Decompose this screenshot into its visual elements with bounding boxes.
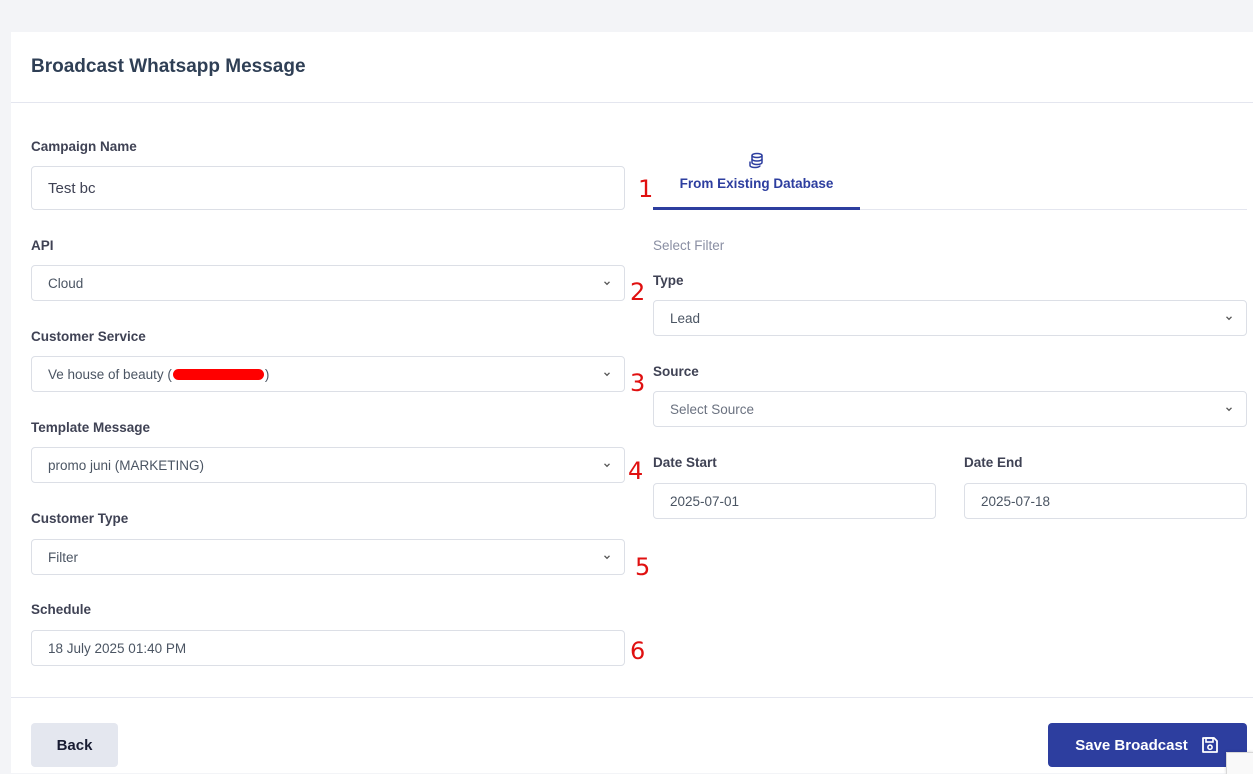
schedule-value: 18 July 2025 01:40 PM [48, 640, 187, 656]
customer-type-label: Customer Type [31, 511, 129, 526]
campaign-name-value: Test bc [48, 179, 96, 197]
customer-type-select[interactable]: Filter [31, 539, 625, 575]
api-label: API [31, 238, 54, 253]
broadcast-card: Broadcast Whatsapp Message Campaign Name… [11, 32, 1253, 773]
source-select[interactable]: Select Source [653, 391, 1247, 427]
marker-4: 4 [628, 457, 644, 485]
template-message-select[interactable]: promo juni (MARKETING) [31, 447, 625, 483]
page-title: Broadcast Whatsapp Message [31, 56, 306, 77]
save-icon [1201, 737, 1218, 753]
chevron-down-icon [604, 372, 610, 377]
chevron-down-icon [604, 463, 610, 468]
template-message-label: Template Message [31, 420, 151, 435]
chevron-down-icon [1226, 316, 1232, 321]
chevron-down-icon [1226, 407, 1232, 412]
save-broadcast-button[interactable]: Save Broadcast [1048, 723, 1247, 767]
date-start-value: 2025-07-01 [670, 493, 740, 509]
customer-type-value: Filter [48, 549, 78, 565]
save-broadcast-label: Save Broadcast [1075, 736, 1188, 754]
campaign-name-label: Campaign Name [31, 139, 137, 154]
tab-from-existing-database[interactable]: From Existing Database [653, 148, 860, 208]
corner-widget[interactable] [1226, 752, 1253, 774]
marker-6: 6 [630, 637, 646, 665]
redaction-mark [172, 368, 264, 380]
customer-service-select[interactable]: Ve house of beauty () [31, 356, 625, 392]
marker-1: 1 [638, 175, 654, 203]
type-label: Type [653, 273, 684, 288]
tab-divider [860, 209, 1247, 210]
tab-label: From Existing Database [679, 176, 834, 191]
campaign-name-input[interactable]: Test bc [31, 166, 625, 210]
active-tab-indicator [653, 207, 860, 210]
source-placeholder: Select Source [670, 401, 755, 417]
type-select[interactable]: Lead [653, 300, 1247, 336]
card-header: Broadcast Whatsapp Message [11, 32, 1253, 103]
customer-service-value-suffix: ) [264, 366, 270, 382]
date-start-input[interactable]: 2025-07-01 [653, 483, 936, 519]
customer-service-label: Customer Service [31, 329, 146, 344]
api-value: Cloud [48, 275, 84, 291]
date-end-value: 2025-07-18 [981, 493, 1051, 509]
source-label: Source [653, 364, 699, 379]
footer-divider [11, 697, 1253, 698]
date-end-label: Date End [964, 455, 1023, 470]
api-select[interactable]: Cloud [31, 265, 625, 301]
marker-5: 5 [635, 553, 651, 581]
template-message-value: promo juni (MARKETING) [48, 457, 205, 473]
schedule-input[interactable]: 18 July 2025 01:40 PM [31, 630, 625, 666]
marker-2: 2 [630, 278, 646, 306]
chevron-down-icon [604, 281, 610, 286]
database-icon [749, 152, 763, 169]
marker-3: 3 [630, 369, 646, 397]
back-button[interactable]: Back [31, 723, 118, 767]
chevron-down-icon [604, 555, 610, 560]
customer-service-value-prefix: Ve house of beauty ( [48, 366, 172, 382]
type-value: Lead [670, 310, 701, 326]
date-end-input[interactable]: 2025-07-18 [964, 483, 1247, 519]
date-start-label: Date Start [653, 455, 717, 470]
select-filter-heading: Select Filter [653, 238, 725, 253]
schedule-label: Schedule [31, 602, 92, 617]
